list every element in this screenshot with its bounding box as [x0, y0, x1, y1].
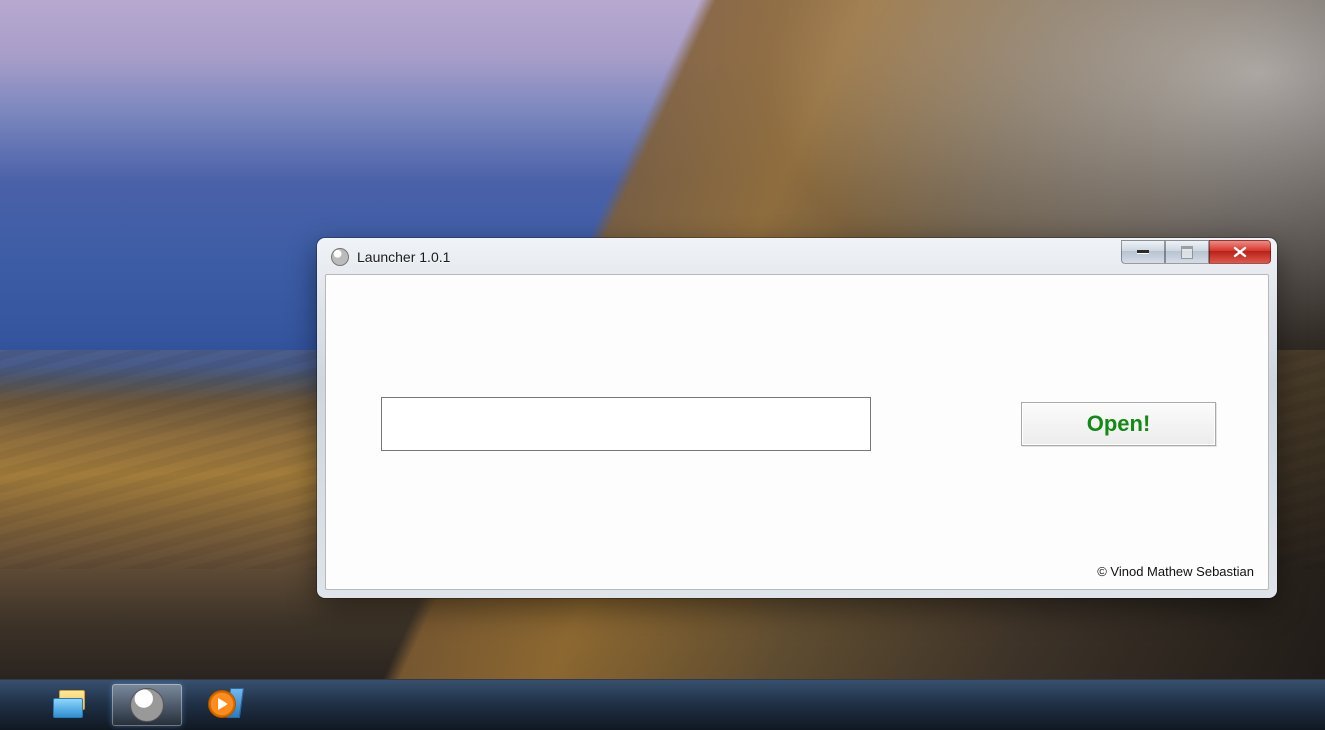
- close-button[interactable]: [1209, 240, 1271, 264]
- taskbar[interactable]: [0, 679, 1325, 730]
- media-player-icon: [206, 688, 240, 722]
- window-controls: [1121, 240, 1271, 264]
- window-title: Launcher 1.0.1: [357, 249, 450, 265]
- close-icon: [1232, 246, 1248, 258]
- taskbar-item-media-player[interactable]: [188, 684, 258, 726]
- window-client-area: Open! © Vinod Mathew Sebastian: [325, 274, 1269, 590]
- titlebar[interactable]: Launcher 1.0.1: [325, 246, 1269, 274]
- maximize-button[interactable]: [1165, 240, 1209, 264]
- taskbar-item-launcher[interactable]: [112, 684, 182, 726]
- open-button[interactable]: Open!: [1021, 402, 1216, 446]
- taskbar-item-file-explorer[interactable]: [36, 684, 106, 726]
- input-row: Open!: [381, 397, 1228, 451]
- file-explorer-icon: [53, 690, 89, 720]
- launcher-window: Launcher 1.0.1 Open! © Vinod Mathew Seba…: [317, 238, 1277, 598]
- copyright-label: © Vinod Mathew Sebastian: [1097, 564, 1254, 579]
- app-icon: [331, 248, 349, 266]
- minimize-button[interactable]: [1121, 240, 1165, 264]
- launcher-app-icon: [130, 688, 164, 722]
- path-input[interactable]: [381, 397, 871, 451]
